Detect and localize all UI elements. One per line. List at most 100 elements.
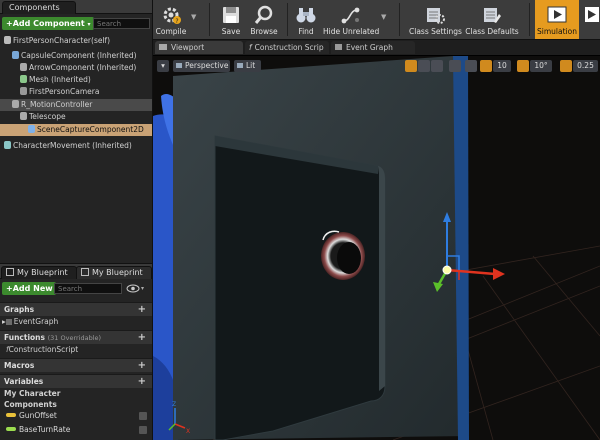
tab-my-blueprint-1-label: My Blueprint xyxy=(17,268,68,277)
viewport[interactable]: Z X ▾ Perspective Lit 10 10° 0.25 xyxy=(153,56,600,440)
grid-snap-value[interactable]: 10 xyxy=(493,60,511,72)
find-button[interactable]: Find xyxy=(291,0,321,39)
rotation-snap-value[interactable]: 10° xyxy=(530,60,552,72)
scale-mode-icon[interactable] xyxy=(431,60,443,72)
tree-item-label: FirstPersonCamera xyxy=(29,87,100,96)
tab-components[interactable]: Components xyxy=(2,1,76,14)
compile-button[interactable]: ? Compile xyxy=(153,0,189,39)
lit-button[interactable]: Lit xyxy=(234,60,261,72)
add-new-label: +Add New xyxy=(6,284,53,293)
add-component-button[interactable]: +Add Component ▾ xyxy=(2,17,94,30)
blueprint-tab-bar: My Blueprint My Blueprint xyxy=(0,263,152,279)
tab-my-blueprint-2-label: My Blueprint xyxy=(92,268,143,277)
components-search-input[interactable]: Search xyxy=(93,18,150,29)
grid-snap-icon[interactable] xyxy=(480,60,492,72)
hide-unrelated-button[interactable]: Hide Unrelated xyxy=(323,0,379,39)
add-new-button[interactable]: +Add New ▾ xyxy=(2,282,58,295)
tree-item-label: SceneCaptureComponent2D xyxy=(37,125,144,134)
variable-type-icon xyxy=(6,427,16,431)
hide-unrelated-caret-icon[interactable]: ▼ xyxy=(381,13,386,21)
tree-item[interactable]: Telescope xyxy=(0,111,152,123)
components-label: Components xyxy=(4,400,57,409)
tab-my-blueprint-2[interactable]: My Blueprint xyxy=(76,266,152,279)
telescope-body xyxy=(173,56,469,440)
tree-item[interactable]: FirstPersonCharacter(self) xyxy=(0,35,152,47)
perspective-button[interactable]: Perspective xyxy=(173,60,230,72)
rotate-mode-icon[interactable] xyxy=(418,60,430,72)
axis-z-label: Z xyxy=(172,401,176,408)
viewport-options-button[interactable]: ▾ xyxy=(157,60,169,72)
tab-construction-script[interactable]: f Construction Scrip xyxy=(245,41,329,54)
magnifier-icon xyxy=(254,5,273,24)
class-defaults-label: Class Defaults xyxy=(465,27,519,36)
variable-label: BaseTurnRate xyxy=(19,425,71,434)
tree-item[interactable]: FirstPersonCamera xyxy=(0,86,152,98)
floppy-icon xyxy=(223,7,239,23)
construction-script-item[interactable]: fConstructionScript xyxy=(0,344,152,356)
browse-button[interactable]: Browse xyxy=(247,0,281,39)
tree-item[interactable]: ArrowComponent (Inherited) xyxy=(0,62,152,74)
scale-snap-icon[interactable] xyxy=(560,60,572,72)
add-variable-icon[interactable]: + xyxy=(138,375,146,388)
surface-snap-icon[interactable] xyxy=(465,60,477,72)
add-function-icon[interactable]: + xyxy=(138,331,146,344)
telescope-icon xyxy=(20,112,27,120)
variable-item[interactable]: GunOffset xyxy=(0,410,152,422)
simulation-button[interactable]: Simulation xyxy=(535,0,579,39)
eye-icon[interactable] xyxy=(126,283,146,294)
axis-x-label: X xyxy=(186,428,190,435)
class-settings-icon xyxy=(427,8,445,24)
find-label: Find xyxy=(298,27,314,36)
save-button[interactable]: Save xyxy=(215,0,247,39)
components-tab-bar: Components xyxy=(0,0,152,14)
event-graph-item[interactable]: ▸ EventGraph xyxy=(0,316,152,328)
graphs-category[interactable]: Graphs + xyxy=(0,302,152,316)
tree-item-label: Mesh (Inherited) xyxy=(29,75,91,84)
visibility-eye-icon[interactable] xyxy=(139,426,147,434)
class-settings-label: Class Settings xyxy=(409,27,462,36)
viewport-scene: Z X xyxy=(153,56,600,440)
browse-label: Browse xyxy=(250,27,278,36)
book-icon xyxy=(81,268,89,276)
world-local-icon[interactable] xyxy=(449,60,461,72)
tree-item[interactable]: CapsuleComponent (Inherited) xyxy=(0,50,152,62)
lit-label: Lit xyxy=(246,61,256,70)
tree-item[interactable]: R_MotionController xyxy=(0,99,152,111)
tree-item-label: R_MotionController xyxy=(21,100,93,109)
tab-event-graph[interactable]: Event Graph xyxy=(331,41,415,54)
macros-label: Macros xyxy=(4,361,35,370)
add-graph-icon[interactable]: + xyxy=(138,303,146,316)
add-component-label: +Add Component xyxy=(6,19,85,28)
blueprint-search-input[interactable]: Search xyxy=(54,283,122,294)
construction-script-label: ConstructionScript xyxy=(8,345,79,354)
class-defaults-button[interactable]: Class Defaults xyxy=(465,0,519,39)
tree-item[interactable]: SceneCaptureComponent2D xyxy=(0,124,152,136)
event-graph-tab-icon xyxy=(335,44,342,50)
class-defaults-icon xyxy=(484,8,501,23)
variable-item[interactable]: BaseTurnRate xyxy=(0,424,152,436)
svg-text:?: ? xyxy=(175,18,178,25)
tree-item[interactable]: CharacterMovement (Inherited) xyxy=(0,140,152,152)
character-movement-icon xyxy=(4,141,11,149)
save-label: Save xyxy=(221,27,241,36)
play-button[interactable] xyxy=(585,0,600,39)
translate-mode-icon[interactable] xyxy=(405,60,417,72)
tree-item-label: Telescope xyxy=(29,112,66,121)
viewport-tab-icon xyxy=(159,44,167,50)
rotation-snap-icon[interactable] xyxy=(517,60,529,72)
tab-viewport[interactable]: Viewport xyxy=(155,41,243,54)
perspective-icon xyxy=(176,63,182,68)
tab-my-blueprint-1[interactable]: My Blueprint xyxy=(1,266,77,279)
macros-category[interactable]: Macros + xyxy=(0,358,152,372)
visibility-eye-icon[interactable] xyxy=(139,412,147,420)
compile-options-caret-icon[interactable]: ▼ xyxy=(191,13,196,21)
class-settings-button[interactable]: Class Settings xyxy=(409,0,462,39)
toolbar: ? Compile ▼ Save Browse Find Hide Unrela… xyxy=(153,0,600,40)
toolbar-separator xyxy=(287,3,288,36)
scale-snap-value[interactable]: 0.25 xyxy=(573,60,598,72)
variables-category[interactable]: Variables + xyxy=(0,374,152,388)
tree-item[interactable]: Mesh (Inherited) xyxy=(0,74,152,86)
add-macro-icon[interactable]: + xyxy=(138,359,146,372)
functions-category[interactable]: Functions (31 Overridable) + xyxy=(0,330,152,344)
tree-item-label: ArrowComponent (Inherited) xyxy=(29,63,137,72)
